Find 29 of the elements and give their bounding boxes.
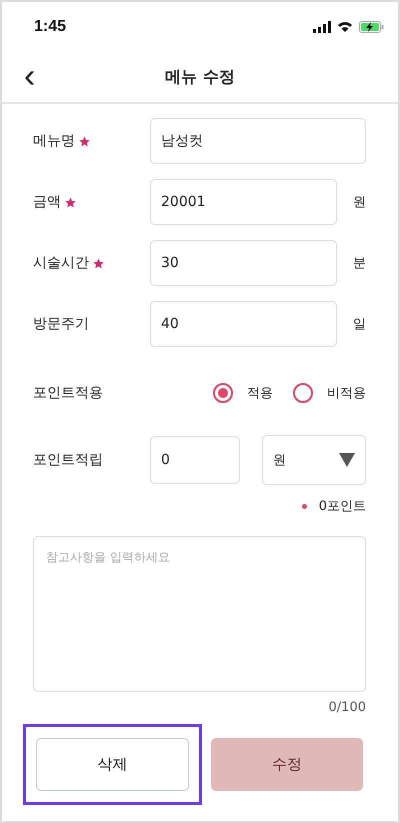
- wifi-icon: [337, 21, 353, 33]
- field-label: 포인트적용: [33, 384, 103, 402]
- page-title: 메뉴 수정: [165, 66, 235, 88]
- memo-field[interactable]: 참고사항을 입력하세요: [33, 536, 366, 692]
- dropdown-triangle-icon: [339, 453, 355, 467]
- battery-charging-icon: [359, 21, 384, 33]
- text-field[interactable]: 남성컷: [150, 118, 366, 164]
- action-button[interactable]: 삭제: [36, 738, 188, 791]
- field-label: 방문주기: [33, 315, 89, 333]
- text-field[interactable]: 20001: [150, 179, 337, 225]
- text-field[interactable]: 40: [150, 301, 337, 347]
- unit-label: 일: [352, 316, 366, 333]
- unit-label: 원: [352, 194, 366, 211]
- radio-option[interactable]: 적용: [213, 383, 273, 403]
- status-time: 1:45: [34, 18, 66, 36]
- back-button[interactable]: ‹: [20, 60, 40, 92]
- field-label: 시술시간: [33, 254, 89, 272]
- field-label: 포인트적립: [33, 451, 103, 469]
- char-counter: 0/100: [328, 700, 366, 715]
- radio-option[interactable]: 비적용: [293, 383, 366, 403]
- field-label: 메뉴명: [33, 132, 75, 150]
- bullet-icon: [302, 504, 307, 508]
- point-note: 0포인트: [318, 498, 366, 515]
- signal-icon: [313, 21, 331, 33]
- unit-select[interactable]: 원: [262, 435, 366, 485]
- field-label: 금액: [33, 193, 61, 211]
- unit-label: 분: [352, 255, 366, 272]
- text-field[interactable]: 30: [150, 240, 337, 286]
- point-field[interactable]: 0: [150, 436, 240, 484]
